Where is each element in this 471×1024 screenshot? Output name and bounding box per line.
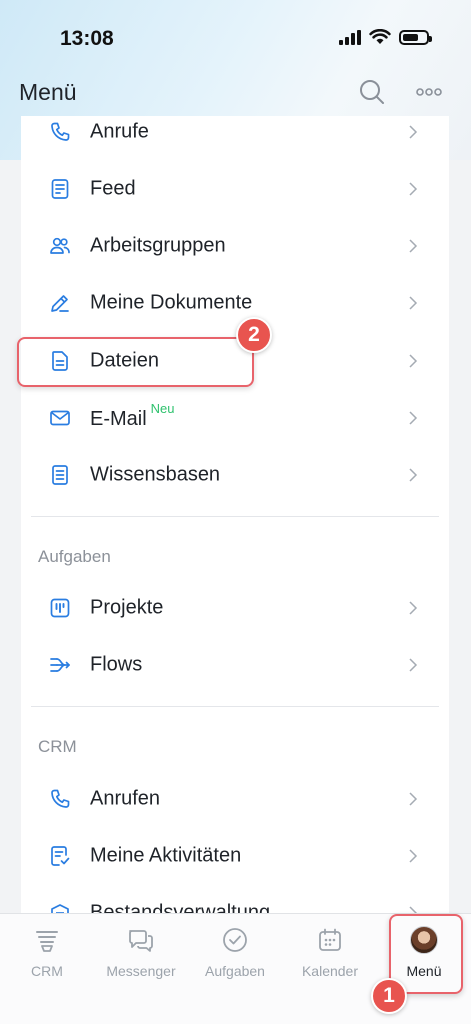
tab-kalender[interactable]: Kalender — [285, 914, 375, 994]
menu-item-meine-aktivitaeten[interactable]: Meine Aktivitäten — [21, 827, 449, 884]
menu-item-arbeitsgruppen[interactable]: Arbeitsgruppen — [21, 217, 449, 274]
tab-aufgaben[interactable]: Aufgaben — [190, 914, 280, 994]
page-title: Menü — [19, 79, 77, 105]
search-icon[interactable] — [358, 78, 386, 106]
project-icon — [50, 598, 70, 617]
messenger-icon — [129, 930, 153, 952]
menu-item-flows[interactable]: Flows — [21, 636, 449, 693]
book-icon — [52, 464, 68, 485]
wifi-icon — [369, 29, 391, 44]
menu-item-anrufe[interactable]: Anrufe — [21, 116, 449, 160]
section-title-aufgaben: Aufgaben — [38, 547, 111, 566]
section-title-crm: CRM — [38, 737, 77, 756]
tab-label: Messenger — [106, 963, 176, 979]
chevron-right-icon — [409, 410, 418, 425]
tab-label: Kalender — [301, 963, 359, 979]
menu-item-projekte[interactable]: Projekte — [21, 579, 449, 636]
activities-icon — [51, 845, 70, 866]
feed-icon — [51, 178, 69, 199]
chevron-right-icon — [409, 295, 418, 310]
menu-item-feed[interactable]: Feed — [21, 160, 449, 217]
chevron-right-icon — [409, 467, 418, 482]
menu-item-label: Projekte — [90, 596, 164, 618]
step-badge-1: 1 — [371, 978, 407, 1014]
phone-icon — [51, 789, 70, 808]
chevron-right-icon — [409, 238, 418, 253]
menu-item-bestandsverwaltung[interactable]: Bestandsverwaltung — [21, 884, 449, 916]
menu-item-email[interactable]: E-Mail Neu — [21, 389, 449, 446]
menu-item-anrufen[interactable]: Anrufen — [21, 770, 449, 827]
menu-item-label: Feed — [90, 177, 136, 199]
section-divider — [31, 516, 439, 517]
status-icons — [339, 29, 432, 45]
chevron-right-icon — [409, 353, 418, 368]
app-header: Menü — [0, 72, 471, 116]
pen-icon — [51, 294, 69, 312]
chevron-right-icon — [409, 791, 418, 806]
menu-item-label: Anrufe — [90, 120, 149, 142]
groups-icon — [50, 237, 70, 254]
tab-label: CRM — [31, 963, 63, 979]
crm-icon — [36, 931, 58, 952]
menu-item-meine-dokumente[interactable]: Meine Dokumente — [21, 274, 449, 331]
signal-icon — [339, 29, 361, 45]
status-bar: 13:08 — [0, 0, 471, 76]
chevron-right-icon — [409, 657, 418, 672]
menu-item-label: Flows — [90, 653, 143, 675]
more-options-icon[interactable] — [414, 80, 444, 104]
chevron-right-icon — [409, 181, 418, 196]
menu-item-label: Anrufen — [90, 787, 161, 809]
menu-item-label: Wissensbasen — [90, 463, 221, 485]
chevron-right-icon — [409, 124, 418, 139]
dateien-highlight-frame — [17, 337, 254, 387]
menu-item-label: Arbeitsgruppen — [90, 234, 226, 256]
chevron-right-icon — [409, 848, 418, 863]
calendar-icon — [319, 928, 341, 951]
menu-list: Anrufe Feed Arbeitsgruppen Meine Dokumen… — [21, 116, 449, 916]
status-time: 13:08 — [60, 27, 114, 50]
flows-icon — [50, 657, 70, 672]
menu-item-label: E-Mail Neu — [90, 400, 175, 430]
tab-label: Aufgaben — [205, 963, 265, 979]
tab-messenger[interactable]: Messenger — [96, 914, 186, 994]
new-badge: Neu — [150, 400, 175, 416]
menu-item-label: Meine Aktivitäten — [90, 844, 242, 866]
phone-icon — [51, 122, 70, 141]
step-badge-2: 2 — [236, 317, 272, 353]
tasks-check-icon — [223, 928, 247, 952]
mail-icon — [50, 410, 70, 425]
tab-crm[interactable]: CRM — [2, 914, 92, 994]
section-divider — [31, 706, 439, 707]
battery-icon — [399, 29, 432, 45]
menu-item-label: Meine Dokumente — [90, 291, 253, 313]
chevron-right-icon — [409, 600, 418, 615]
menu-item-wissensbasen[interactable]: Wissensbasen — [21, 446, 449, 503]
